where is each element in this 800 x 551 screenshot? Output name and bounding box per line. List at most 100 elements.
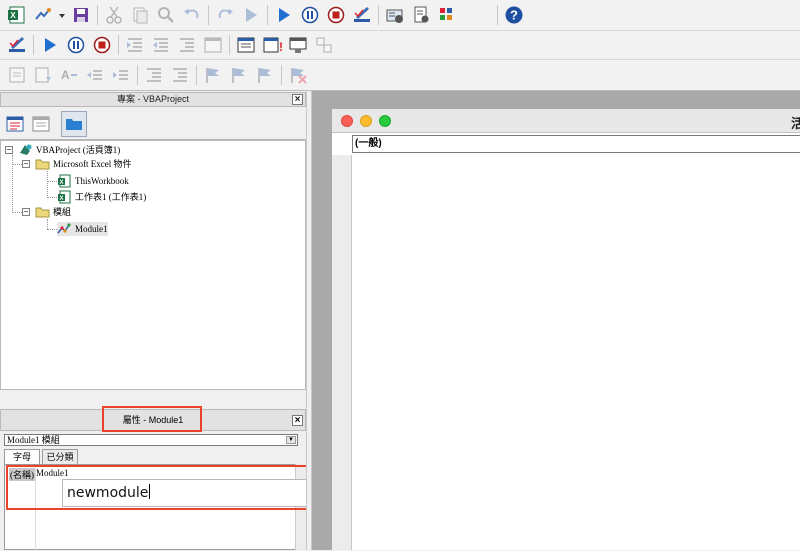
run-sub-icon[interactable] [240, 4, 262, 26]
view-code-icon[interactable] [4, 113, 26, 135]
clear-bookmarks-icon[interactable] [287, 64, 309, 86]
toolbar-separator [137, 65, 138, 85]
undo-icon[interactable] [181, 4, 203, 26]
break-icon[interactable] [299, 4, 321, 26]
folder-icon [35, 157, 50, 171]
dropdown-arrow-icon[interactable] [58, 4, 66, 26]
tab-label: 字母 [12, 452, 31, 462]
cut-icon[interactable] [103, 4, 125, 26]
step-into-icon[interactable] [6, 64, 28, 86]
project-explorer-toolbar [0, 107, 306, 140]
tree-node-excel-objects[interactable]: Microsoft Excel 物件 [35, 157, 131, 171]
tab-label: 已分類 [46, 452, 74, 462]
comment-icon[interactable] [176, 34, 198, 56]
bookmark-icon[interactable] [202, 64, 224, 86]
step-over-icon[interactable] [32, 64, 54, 86]
tree-line [47, 219, 48, 229]
toggle-breakpoint-icon[interactable] [84, 64, 106, 86]
tree-node-sheet1[interactable]: X 工作表1 (工作表1) [57, 190, 146, 204]
tree-node-label: 模組 [53, 207, 72, 217]
minimize-window-button[interactable] [360, 115, 372, 127]
excel-workbook-icon: X [57, 174, 72, 188]
redo-icon[interactable] [214, 4, 236, 26]
help-icon[interactable]: ? [503, 4, 525, 26]
comment-block-icon[interactable] [143, 64, 165, 86]
uncomment-block-icon[interactable] [169, 64, 191, 86]
tree-node-vbaproject[interactable]: VBAProject (活頁簿1) [18, 143, 120, 157]
tree-node-label: Microsoft Excel 物件 [53, 159, 132, 169]
stack-icon[interactable] [287, 34, 309, 56]
tree-node-modules[interactable]: 模組 [35, 205, 71, 219]
properties-object-value: Module1 模組 [7, 435, 60, 445]
reset-icon[interactable] [325, 4, 347, 26]
view-object-icon[interactable] [30, 113, 52, 135]
chevron-down-icon[interactable]: ▼ [286, 436, 296, 444]
outdent-icon[interactable] [150, 34, 172, 56]
excel-sheet-icon: X [57, 190, 72, 204]
run-icon[interactable] [39, 34, 61, 56]
toolbar-separator [281, 65, 282, 85]
object-select[interactable]: (一般) [352, 135, 800, 153]
toolbar-separator [267, 5, 268, 25]
design-mode-icon[interactable] [6, 34, 28, 56]
object-select-value: (一般) [355, 138, 382, 149]
folder-icon [35, 205, 50, 219]
close-icon[interactable]: × [292, 94, 303, 105]
design-mode-icon[interactable] [351, 4, 373, 26]
toolbar-separator [229, 35, 230, 55]
project-explorer-icon[interactable] [384, 4, 406, 26]
properties-icon[interactable] [410, 4, 432, 26]
maximize-window-button[interactable] [379, 115, 391, 127]
svg-text:X: X [10, 11, 16, 20]
code-window: 活 (一般) [332, 109, 800, 550]
close-icon[interactable]: × [292, 415, 303, 426]
collapse-icon[interactable]: − [5, 146, 13, 154]
tree-node-module1[interactable]: Module1 [57, 222, 108, 236]
tree-node-label: ThisWorkbook [75, 176, 129, 186]
code-margin[interactable] [332, 155, 352, 550]
svg-text:A: A [61, 68, 70, 82]
code-window-title: 活 [790, 116, 800, 131]
toolbar-separator [33, 35, 34, 55]
svg-text:?: ? [510, 8, 518, 23]
toolbar-separator [378, 5, 379, 25]
highlight-properties-title [102, 406, 202, 432]
debug-toolbar: A [0, 60, 800, 91]
standard-toolbar: X ? [0, 0, 800, 31]
save-icon[interactable] [70, 4, 92, 26]
step-out-icon[interactable]: A [58, 64, 80, 86]
svg-text:!: ! [279, 40, 282, 54]
tab-categorized[interactable]: 已分類 [42, 449, 78, 464]
svg-text:X: X [59, 180, 63, 186]
toolbox-icon[interactable] [436, 4, 458, 26]
reset-icon[interactable] [91, 34, 113, 56]
close-window-button[interactable] [341, 115, 353, 127]
breakpoint-icon[interactable] [235, 34, 257, 56]
view-code-icon[interactable] [202, 34, 224, 56]
break-icon[interactable] [65, 34, 87, 56]
properties-object-select[interactable]: Module1 模組 ▼ [4, 434, 298, 446]
module-icon [57, 222, 72, 236]
prev-bookmark-icon[interactable] [254, 64, 276, 86]
toolbar-separator [208, 5, 209, 25]
vbaproject-icon [18, 143, 33, 157]
clear-breakpoints-icon[interactable] [110, 64, 132, 86]
object-browser-icon[interactable] [313, 34, 335, 56]
next-bookmark-icon[interactable] [228, 64, 250, 86]
collapse-icon[interactable]: − [22, 208, 30, 216]
watch-icon[interactable]: ! [261, 34, 283, 56]
project-explorer-titlebar: 專案 - VBAProject × [0, 92, 306, 107]
tree-node-thisworkbook[interactable]: X ThisWorkbook [57, 174, 129, 188]
project-tree: − VBAProject (活頁簿1) − Microsoft Excel 物件… [0, 140, 306, 390]
excel-icon[interactable]: X [6, 4, 28, 26]
toolbar-separator [97, 5, 98, 25]
copy-icon[interactable] [129, 4, 151, 26]
collapse-icon[interactable]: − [22, 160, 30, 168]
tab-alphabetic[interactable]: 字母 [4, 449, 40, 464]
find-icon[interactable] [155, 4, 177, 26]
insert-form-icon[interactable] [32, 4, 54, 26]
run-icon[interactable] [273, 4, 295, 26]
toggle-folders-icon[interactable] [61, 111, 87, 137]
indent-icon[interactable] [124, 34, 146, 56]
tree-line [47, 171, 48, 198]
